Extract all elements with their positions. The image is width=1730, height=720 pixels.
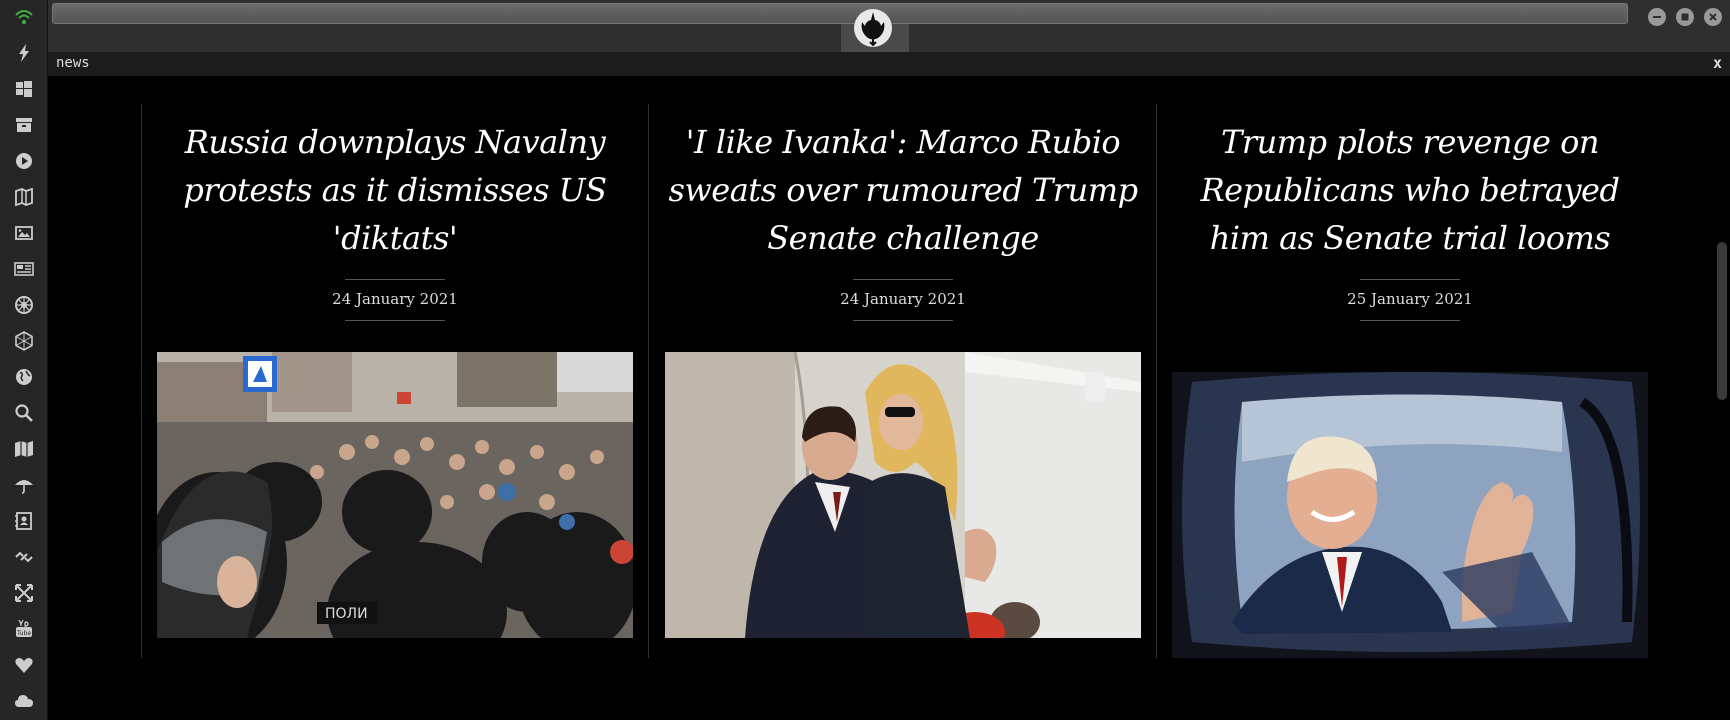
svg-text:Tube: Tube	[16, 630, 31, 637]
newspaper-icon[interactable]	[0, 254, 48, 284]
image-icon[interactable]	[0, 218, 48, 248]
minimize-button[interactable]	[1648, 8, 1666, 26]
svg-text:ПОЛИ: ПОЛИ	[325, 606, 368, 622]
article-date: 24 January 2021	[840, 290, 966, 308]
expand-icon[interactable]	[0, 578, 48, 608]
window-title: news	[56, 55, 90, 71]
globe-icon[interactable]	[0, 362, 48, 392]
article-image[interactable]	[1172, 372, 1648, 658]
divider	[345, 279, 445, 280]
close-window-button[interactable]	[1704, 8, 1722, 26]
divider	[853, 320, 953, 321]
address-bar[interactable]	[52, 3, 1628, 24]
article-date: 24 January 2021	[332, 290, 458, 308]
play-icon[interactable]	[0, 146, 48, 176]
search-icon[interactable]	[0, 398, 48, 428]
article-image[interactable]: ПОЛИ	[157, 352, 633, 638]
umbrella-icon[interactable]	[0, 470, 48, 500]
youtube-icon[interactable]: Tube	[0, 614, 48, 644]
cloud-icon[interactable]	[0, 686, 48, 716]
article-headline[interactable]: Russia downplays Navalny protests as it …	[157, 118, 633, 262]
column-divider	[141, 104, 142, 658]
column-divider	[648, 104, 649, 658]
window-title-bar: news x	[48, 52, 1730, 76]
maximize-button[interactable]	[1676, 8, 1694, 26]
article-image[interactable]	[665, 352, 1141, 638]
wifi-icon[interactable]	[0, 2, 48, 32]
archive-icon[interactable]	[0, 110, 48, 140]
rebel-alliance-icon[interactable]	[853, 8, 893, 48]
scroll-thumb[interactable]	[1717, 242, 1727, 400]
contacts-icon[interactable]	[0, 506, 48, 536]
hexagon-icon[interactable]	[0, 326, 48, 356]
map-icon[interactable]	[0, 434, 48, 464]
empire-icon[interactable]	[0, 290, 48, 320]
article-headline[interactable]: 'I like Ivanka': Marco Rubio sweats over…	[665, 118, 1141, 262]
heart-icon[interactable]	[0, 650, 48, 680]
divider	[1360, 279, 1460, 280]
windows-icon[interactable]	[0, 74, 48, 104]
link-icon[interactable]	[0, 542, 48, 572]
article-headline[interactable]: Trump plots revenge on Republicans who b…	[1172, 118, 1648, 262]
app-dock: Tube	[0, 0, 48, 720]
article-date: 25 January 2021	[1347, 290, 1473, 308]
map-book-icon[interactable]	[0, 182, 48, 212]
divider	[853, 279, 953, 280]
column-divider	[1156, 104, 1157, 658]
divider	[345, 320, 445, 321]
bolt-icon[interactable]	[0, 38, 48, 68]
scrollbar[interactable]	[1714, 76, 1730, 720]
close-tab-button[interactable]: x	[1713, 54, 1722, 72]
divider	[1360, 320, 1460, 321]
